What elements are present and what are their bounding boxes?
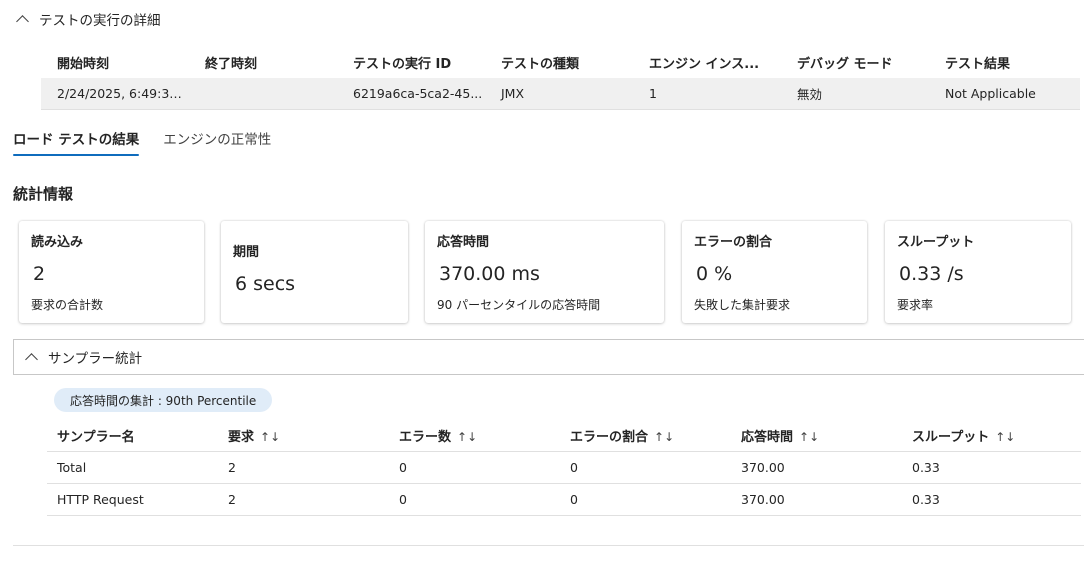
col-engine-instances: エンジン インス... — [649, 56, 760, 72]
sort-icon[interactable]: ↑↓ — [654, 430, 674, 444]
sampler-stats-title: サンプラー統計 — [48, 351, 143, 367]
start-time-value: 2/24/2025, 6:49:35... — [57, 86, 189, 101]
table-row[interactable]: HTTP Request 2 0 0 370.00 0.33 — [47, 484, 1081, 516]
stat-card-load: 読み込み 2 要求の合計数 — [19, 221, 204, 323]
stat-card-value: 2 — [33, 263, 46, 285]
sort-icon[interactable]: ↑↓ — [260, 430, 280, 444]
stat-card-subtitle: 要求率 — [897, 298, 934, 312]
stat-card-value: 0.33 /s — [899, 263, 964, 285]
error-count-cell: 0 — [399, 460, 407, 475]
error-count-cell: 0 — [399, 492, 407, 507]
sampler-header-row: サンプラー名 要求 ↑↓ エラー数 ↑↓ エラーの割合 ↑↓ 応答時間 ↑↓ スループッ… — [47, 420, 1081, 452]
test-result-value: Not Applicable — [945, 86, 1036, 101]
bottom-divider — [13, 545, 1084, 546]
sampler-table: サンプラー名 要求 ↑↓ エラー数 ↑↓ エラーの割合 ↑↓ 応答時間 ↑↓ スループッ… — [47, 420, 1081, 516]
col-label: サンプラー名 — [57, 430, 135, 445]
chevron-up-icon — [16, 15, 29, 28]
run-details-header-row: 開始時刻 終了時刻 テストの実行 ID テストの種類 エンジン インス... デ… — [41, 46, 1080, 78]
debug-mode-value: 無効 — [797, 87, 823, 102]
error-rate-cell: 0 — [570, 492, 578, 507]
requests-cell: 2 — [228, 460, 236, 475]
throughput-cell: 0.33 — [912, 492, 940, 507]
stat-card-title: 期間 — [233, 245, 260, 260]
stat-card-title: 読み込み — [31, 235, 84, 250]
col-label: 応答時間 — [741, 430, 794, 445]
col-start-time: 開始時刻 — [57, 56, 110, 72]
test-type-value: JMX — [501, 86, 525, 101]
col-label: エラー数 — [399, 430, 452, 445]
run-details-toggle[interactable]: テストの実行の詳細 — [14, 10, 161, 29]
engine-instances-value: 1 — [649, 86, 657, 101]
col-run-id: テストの実行 ID — [353, 56, 452, 72]
stat-card-duration: 期間 6 secs — [221, 221, 408, 323]
col-debug-mode: デバッグ モード — [797, 56, 893, 72]
col-requests[interactable]: 要求 ↑↓ — [218, 426, 389, 445]
sampler-name-cell: Total — [57, 460, 87, 475]
table-row[interactable]: Total 2 0 0 370.00 0.33 — [47, 452, 1081, 484]
stat-card-value: 0 % — [696, 263, 733, 285]
stat-card-subtitle: 要求の合計数 — [31, 298, 104, 312]
col-label: エラーの割合 — [570, 430, 649, 445]
col-end-time: 終了時刻 — [205, 56, 258, 72]
response-time-cell: 370.00 — [741, 460, 785, 475]
stat-card-subtitle: 失敗した集計要求 — [694, 298, 791, 312]
col-test-result: テスト結果 — [945, 56, 1011, 72]
run-details-row[interactable]: 2/24/2025, 6:49:35... 6219a6ca-5ca2-45..… — [41, 78, 1080, 110]
run-id-value: 6219a6ca-5ca2-45... — [353, 86, 483, 101]
tab-engine-health[interactable]: エンジンの正常性 — [163, 128, 271, 156]
stat-card-response-time: 応答時間 370.00 ms 90 パーセンタイルの応答時間 — [425, 221, 664, 323]
stat-card-value: 370.00 ms — [439, 263, 540, 285]
col-error-count[interactable]: エラー数 ↑↓ — [389, 426, 560, 445]
throughput-cell: 0.33 — [912, 460, 940, 475]
sort-icon[interactable]: ↑↓ — [457, 430, 477, 444]
stat-card-title: 応答時間 — [437, 235, 490, 250]
col-sampler-name: サンプラー名 — [47, 426, 218, 445]
requests-cell: 2 — [228, 492, 236, 507]
response-time-cell: 370.00 — [741, 492, 785, 507]
stat-card-error-rate: エラーの割合 0 % 失敗した集計要求 — [682, 221, 867, 323]
stat-card-throughput: スループット 0.33 /s 要求率 — [885, 221, 1071, 323]
run-details-title: テストの実行の詳細 — [39, 13, 161, 29]
col-label: スループット — [912, 430, 990, 445]
tab-load-test-results[interactable]: ロード テストの結果 — [13, 128, 140, 156]
col-throughput[interactable]: スループット ↑↓ — [902, 426, 1081, 445]
run-details-table: 開始時刻 終了時刻 テストの実行 ID テストの種類 エンジン インス... デ… — [41, 46, 1080, 110]
chevron-up-icon — [25, 353, 38, 366]
stat-card-value: 6 secs — [235, 273, 296, 295]
stat-card-subtitle: 90 パーセンタイルの応答時間 — [437, 298, 601, 312]
stat-card-title: スループット — [897, 235, 975, 250]
col-label: 要求 — [228, 430, 255, 445]
results-tabs: ロード テストの結果 エンジンの正常性 — [13, 128, 271, 156]
sort-icon[interactable]: ↑↓ — [799, 430, 819, 444]
sampler-stats-toggle[interactable]: サンプラー統計 — [13, 339, 1084, 375]
col-test-type: テストの種類 — [501, 56, 580, 72]
sampler-name-cell: HTTP Request — [57, 492, 144, 507]
aggregation-badge[interactable]: 応答時間の集計 : 90th Percentile — [54, 388, 273, 412]
col-response-time[interactable]: 応答時間 ↑↓ — [731, 426, 902, 445]
stat-card-title: エラーの割合 — [694, 235, 773, 250]
statistics-title: 統計情報 — [13, 185, 74, 203]
error-rate-cell: 0 — [570, 460, 578, 475]
col-error-rate[interactable]: エラーの割合 ↑↓ — [560, 426, 731, 445]
sort-icon[interactable]: ↑↓ — [995, 430, 1015, 444]
